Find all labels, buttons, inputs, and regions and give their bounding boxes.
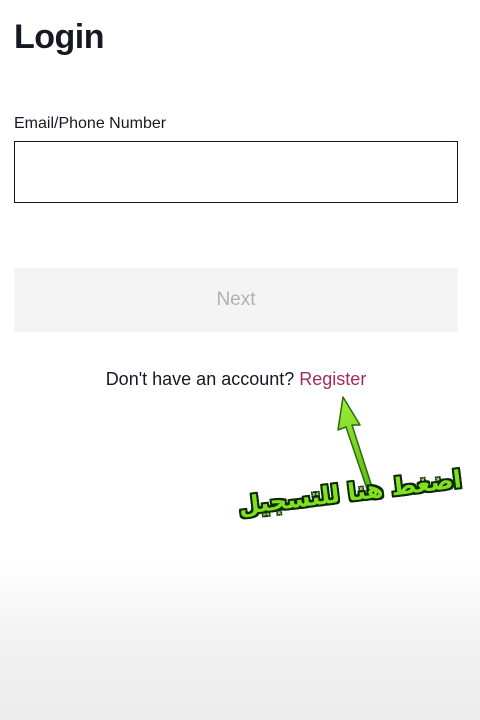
email-field-label: Email/Phone Number [14,115,167,132]
register-link[interactable]: Register [299,369,366,389]
email-field[interactable] [14,141,458,203]
register-prompt-text: Don't have an account? [105,369,295,389]
page-title: Login [14,18,105,56]
next-button[interactable]: Next [14,268,458,332]
register-prompt-row: Don't have an account? Register [0,369,472,390]
